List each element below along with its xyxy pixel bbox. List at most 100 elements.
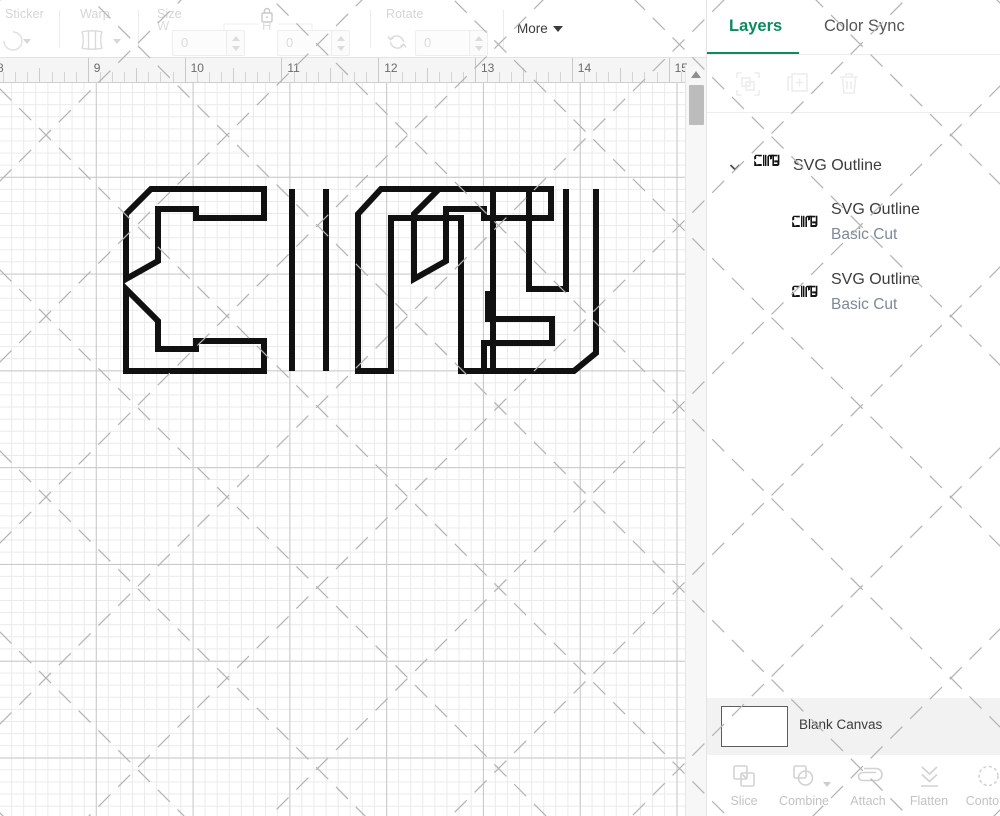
layer-subtitle: Basic Cut	[831, 226, 897, 244]
layer-action-bar	[707, 55, 1000, 113]
ruler-major-tick	[185, 58, 186, 83]
sticker-label: Sticker	[5, 7, 44, 21]
group-icon[interactable]	[733, 69, 763, 99]
layer-title: SVG Outline	[793, 157, 882, 175]
ruler-minor-tick	[366, 72, 367, 83]
app-root: Sticker Warp Size	[0, 0, 1000, 816]
toolbar-divider-3	[370, 10, 371, 48]
ruler-minor-tick	[269, 72, 270, 83]
warp-label: Warp	[80, 7, 110, 21]
tab-color-sync[interactable]: Color Sync	[824, 17, 905, 36]
ruler-minor-tick	[3, 72, 4, 83]
warp-caret-icon[interactable]	[112, 36, 122, 46]
ruler-minor-tick	[402, 72, 403, 83]
top-toolbar: Sticker Warp Size	[0, 0, 710, 58]
ruler-minor-tick	[124, 72, 125, 83]
ruler-major-tick	[88, 58, 89, 83]
ruler-minor-tick	[209, 72, 210, 83]
ruler-minor-tick	[245, 72, 246, 83]
height-value: 0	[286, 35, 293, 50]
width-stepper[interactable]	[226, 30, 245, 56]
rotate-icon[interactable]	[384, 29, 410, 55]
rotate-label: Rotate	[386, 7, 423, 21]
canvas-vertical-scrollbar[interactable]	[685, 66, 706, 816]
ruler-minor-tick	[330, 68, 331, 83]
rotate-value: 0	[424, 35, 431, 50]
ruler-minor-tick	[173, 72, 174, 83]
ruler-minor-tick	[463, 72, 464, 83]
blank-canvas-row[interactable]: Blank Canvas	[707, 698, 1000, 755]
ruler-minor-tick	[197, 72, 198, 83]
height-prefix: H	[262, 18, 271, 33]
layer-row[interactable]: SVG Outline Basic Cut	[707, 271, 1000, 333]
toolbar-divider-2	[138, 10, 139, 48]
ruler-minor-tick	[644, 72, 645, 83]
ruler-minor-tick	[390, 72, 391, 83]
layer-row[interactable]: SVG Outline Basic Cut	[707, 201, 1000, 263]
rotate-stepper[interactable]	[469, 30, 488, 56]
tab-layers[interactable]: Layers	[729, 17, 782, 36]
canvas-color-swatch[interactable]	[721, 706, 788, 747]
chevron-down-icon[interactable]	[727, 159, 741, 173]
ruler-minor-tick	[596, 72, 597, 83]
scroll-up-icon[interactable]	[691, 71, 701, 78]
ruler-minor-tick	[584, 72, 585, 83]
ruler-minor-tick	[160, 72, 161, 83]
duplicate-icon[interactable]	[783, 69, 813, 99]
ruler-minor-tick	[511, 72, 512, 83]
ruler-minor-tick	[560, 72, 561, 83]
layer-thumbnail	[791, 215, 819, 229]
ruler-major-tick	[281, 58, 282, 83]
flatten-label: Flatten	[900, 794, 958, 808]
height-stepper[interactable]	[331, 30, 350, 56]
ruler-major-tick	[378, 58, 379, 83]
toolbar-divider	[59, 10, 60, 48]
panel-tabs: Layers Color Sync	[707, 0, 1000, 56]
attach-icon	[839, 761, 897, 791]
ruler-major-tick	[475, 58, 476, 83]
ruler-minor-tick	[415, 72, 416, 83]
layer-title: SVG Outline	[831, 271, 920, 289]
ruler-major-tick	[572, 58, 573, 83]
design-canvas[interactable]	[0, 83, 685, 816]
ruler-minor-tick	[499, 72, 500, 83]
more-button[interactable]: More	[517, 21, 563, 36]
ruler-minor-tick	[112, 72, 113, 83]
ruler-minor-tick	[52, 72, 53, 83]
combine-caret-icon[interactable]	[823, 774, 831, 792]
ruler-minor-tick	[354, 72, 355, 83]
ruler-minor-tick	[136, 68, 137, 83]
layers-list: SVG Outline SVG Outline Basic C	[707, 113, 1000, 698]
ruler-minor-tick	[15, 72, 16, 83]
layer-title: SVG Outline	[831, 201, 920, 219]
artwork-cincy[interactable]	[96, 171, 641, 386]
warp-icon[interactable]	[78, 27, 106, 53]
contour-label: Contour	[959, 794, 1000, 808]
slice-button[interactable]: Slice	[715, 761, 773, 808]
attach-button[interactable]: Attach	[839, 761, 897, 808]
ruler-minor-tick	[427, 68, 428, 83]
combine-label: Combine	[775, 794, 833, 808]
ruler-minor-tick	[27, 72, 28, 83]
horizontal-ruler[interactable]: 89101112131415	[0, 58, 710, 83]
layer-group-row[interactable]: SVG Outline	[707, 145, 1000, 191]
ruler-minor-tick	[487, 72, 488, 83]
scrollbar-thumb[interactable]	[689, 85, 704, 125]
layer-thumbnail	[791, 285, 819, 299]
delete-icon[interactable]	[834, 69, 864, 99]
ruler-minor-tick	[221, 72, 222, 83]
slice-label: Slice	[715, 794, 773, 808]
sticker-caret-icon[interactable]	[22, 36, 32, 46]
more-label: More	[517, 21, 548, 36]
ruler-minor-tick	[233, 68, 234, 83]
ruler-minor-tick	[439, 72, 440, 83]
ruler-major-tick	[669, 58, 670, 83]
ruler-minor-tick	[548, 72, 549, 83]
right-panel: Layers Color Sync	[706, 0, 1000, 816]
flatten-icon	[900, 761, 958, 791]
contour-button[interactable]: Contour	[959, 761, 1000, 808]
toolbar-divider-4	[503, 10, 504, 48]
ruler-minor-tick	[536, 72, 537, 83]
flatten-button[interactable]: Flatten	[900, 761, 958, 808]
more-caret-icon	[553, 26, 563, 32]
